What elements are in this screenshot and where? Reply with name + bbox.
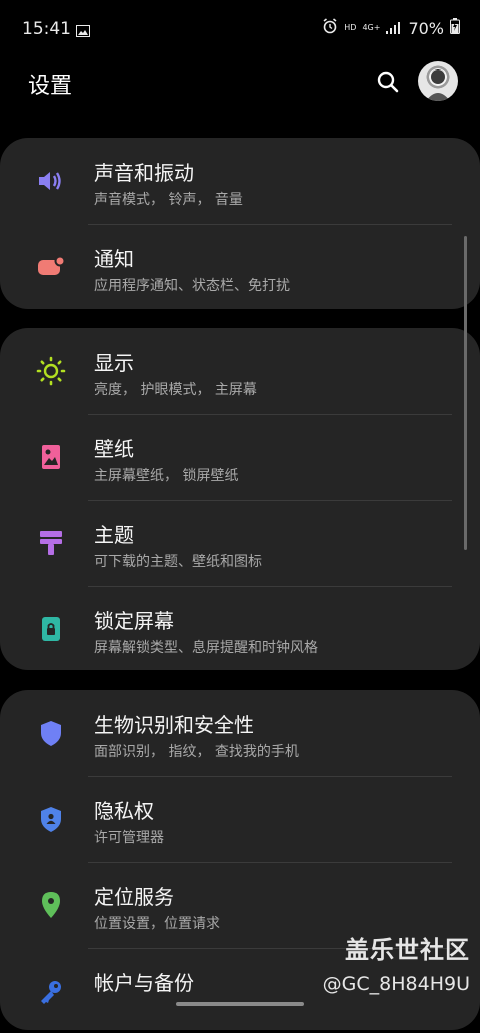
- scrollbar[interactable]: [464, 236, 467, 550]
- battery-charging-icon: [450, 18, 460, 38]
- item-title: 通知: [94, 247, 134, 271]
- wallpaper-icon: [36, 442, 66, 472]
- settings-item-notifications[interactable]: 通知 应用程序通知、状态栏、免打扰: [0, 224, 480, 309]
- signal-icon: [386, 19, 401, 38]
- item-title: 声音和振动: [94, 161, 194, 185]
- settings-group-display: 显示 亮度， 护眼模式， 主屏幕 壁纸 主屏幕壁纸， 锁屏壁纸 主题 可下载的主…: [0, 328, 480, 670]
- settings-header: 设置: [0, 60, 480, 116]
- settings-group-sound: 声音和振动 声音模式， 铃声， 音量 通知 应用程序通知、状态栏、免打扰: [0, 138, 480, 309]
- shield-icon: [36, 718, 66, 748]
- settings-item-sound[interactable]: 声音和振动 声音模式， 铃声， 音量: [0, 138, 480, 223]
- item-title: 主题: [94, 523, 134, 547]
- notification-icon: [36, 252, 66, 282]
- item-subtitle: 面部识别， 指纹， 查找我的手机: [94, 744, 299, 760]
- item-subtitle: 许可管理器: [94, 830, 164, 846]
- item-subtitle: 屏幕解锁类型、息屏提醒和时钟风格: [94, 640, 318, 656]
- item-title: 生物识别和安全性: [94, 713, 254, 737]
- search-icon[interactable]: [374, 68, 402, 96]
- settings-item-biometrics[interactable]: 生物识别和安全性 面部识别， 指纹， 查找我的手机: [0, 690, 480, 775]
- speaker-icon: [36, 166, 66, 196]
- settings-item-lock-screen[interactable]: 锁定屏幕 屏幕解锁类型、息屏提醒和时钟风格: [0, 586, 480, 671]
- watermark-user: @GC_8H84H9U: [322, 973, 470, 995]
- home-indicator[interactable]: [176, 1002, 304, 1006]
- item-subtitle: 主屏幕壁纸， 锁屏壁纸: [94, 468, 239, 484]
- profile-avatar[interactable]: [418, 61, 458, 101]
- battery-percent: 70%: [408, 18, 444, 38]
- settings-item-display[interactable]: 显示 亮度， 护眼模式， 主屏幕: [0, 328, 480, 413]
- item-subtitle: 位置设置，位置请求: [94, 916, 220, 932]
- item-title: 锁定屏幕: [94, 609, 174, 633]
- item-title: 壁纸: [94, 437, 134, 461]
- settings-item-privacy[interactable]: 隐私权 许可管理器: [0, 776, 480, 861]
- gallery-notification-icon: [76, 22, 90, 41]
- brightness-icon: [36, 356, 66, 386]
- lock-screen-icon: [36, 614, 66, 644]
- page-title: 设置: [28, 74, 73, 99]
- item-subtitle: 应用程序通知、状态栏、免打扰: [94, 278, 290, 294]
- item-title: 定位服务: [94, 885, 174, 909]
- settings-item-themes[interactable]: 主题 可下载的主题、壁纸和图标: [0, 500, 480, 585]
- hd-indicator: HD: [344, 23, 357, 32]
- location-pin-icon: [36, 890, 66, 920]
- item-subtitle: 亮度， 护眼模式， 主屏幕: [94, 382, 257, 398]
- theme-brush-icon: [36, 528, 66, 558]
- key-icon: [36, 976, 66, 1006]
- alarm-icon: [322, 18, 338, 38]
- item-title: 隐私权: [94, 799, 154, 823]
- item-title: 帐户与备份: [94, 971, 194, 995]
- item-subtitle: 声音模式， 铃声， 音量: [94, 192, 243, 208]
- status-bar: 15:41 HD 4G+ 70%: [0, 0, 480, 60]
- privacy-shield-icon: [36, 804, 66, 834]
- status-time: 15:41: [22, 19, 71, 39]
- watermark-brand: 盖乐世社区: [345, 936, 470, 964]
- watermark: 盖乐世社区 @GC_8H84H9U: [323, 930, 470, 995]
- item-subtitle: 可下载的主题、壁纸和图标: [94, 554, 262, 570]
- network-type: 4G+: [362, 23, 381, 32]
- item-title: 显示: [94, 351, 134, 375]
- settings-item-wallpaper[interactable]: 壁纸 主屏幕壁纸， 锁屏壁纸: [0, 414, 480, 499]
